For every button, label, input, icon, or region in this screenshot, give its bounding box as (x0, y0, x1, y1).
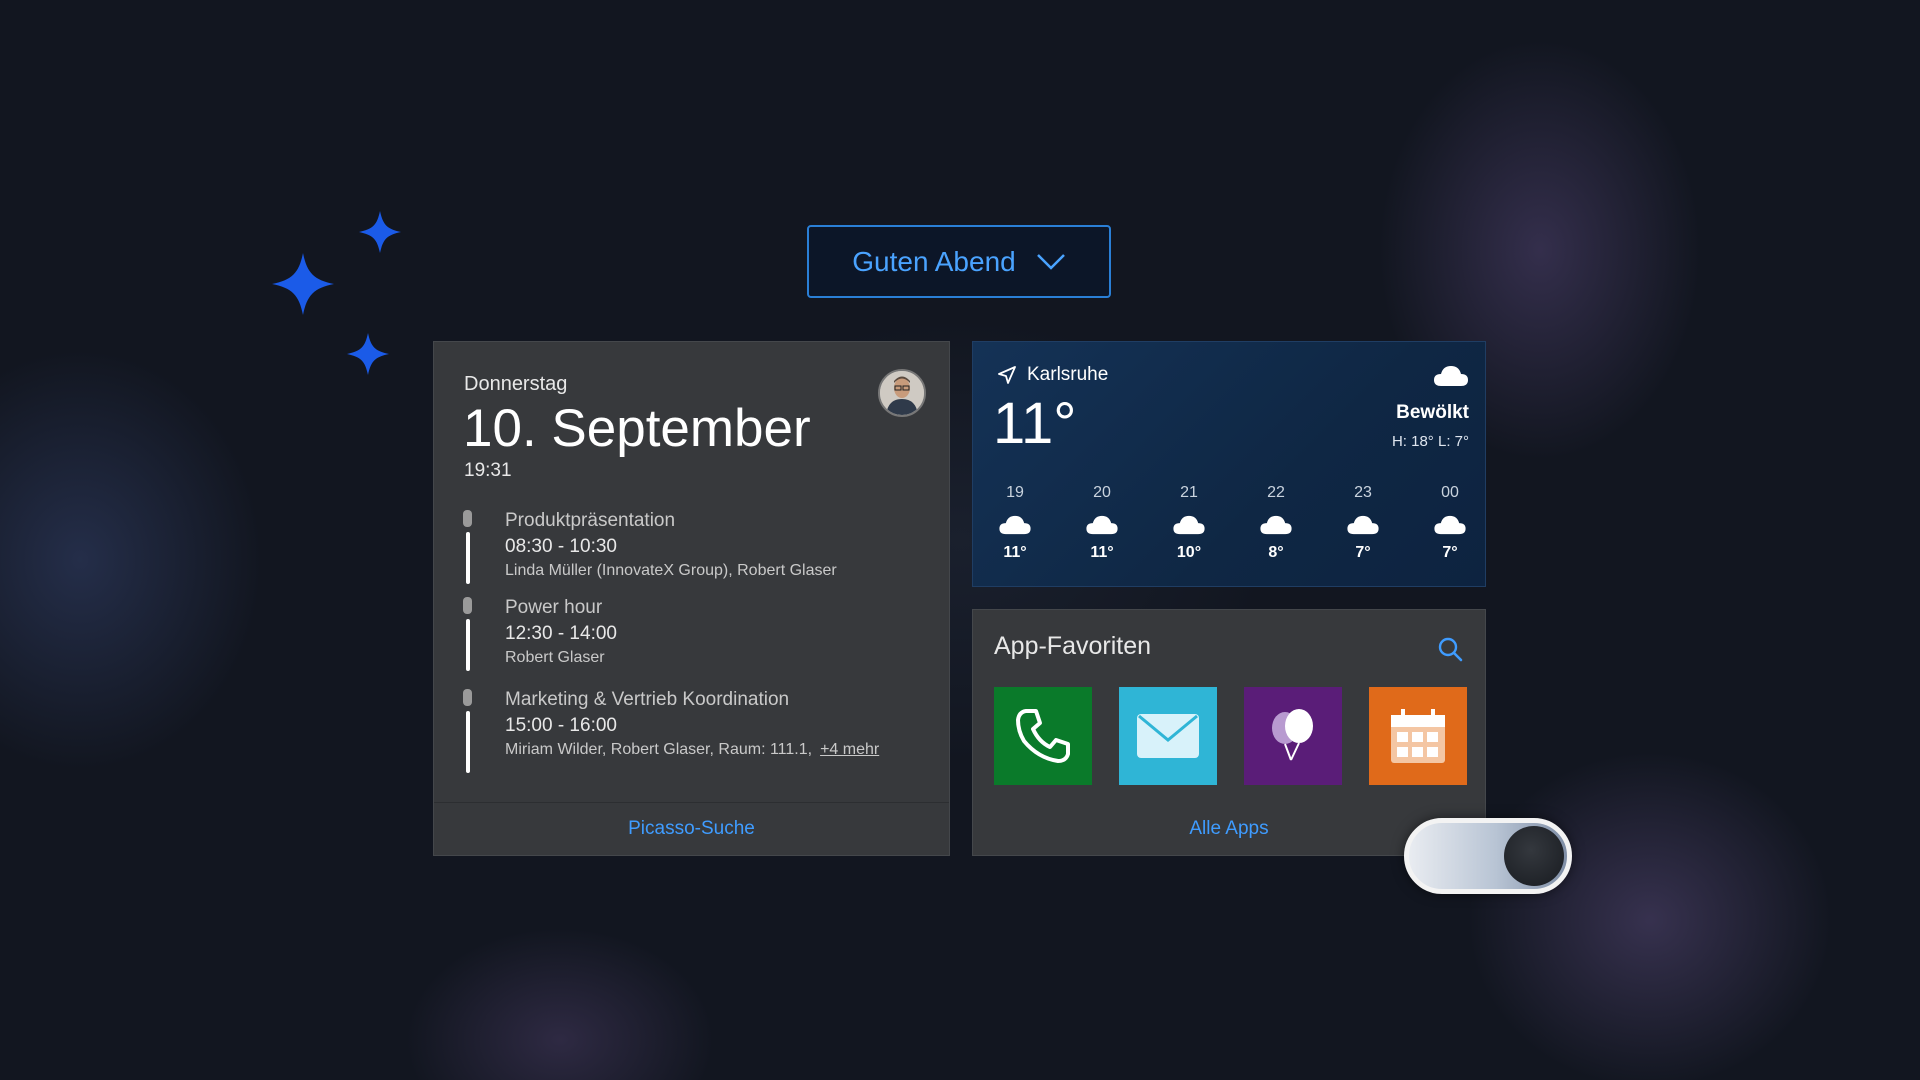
sparkle-icon (347, 333, 389, 375)
picasso-search-link[interactable]: Picasso-Suche (434, 802, 949, 855)
event-time: 12:30 - 14:00 (505, 623, 617, 644)
calendar-grid-icon (1391, 709, 1445, 763)
toggle-switch[interactable] (1404, 818, 1572, 894)
forecast-hour-label: 23 (1354, 484, 1372, 501)
event-duration-bar (466, 532, 470, 584)
event-title: Produktpräsentation (505, 510, 676, 531)
sparkle-icon (272, 253, 334, 315)
greeting-label: Guten Abend (852, 245, 1016, 277)
mail-app[interactable] (1119, 687, 1217, 785)
toggle-knob[interactable] (1504, 826, 1564, 886)
current-temperature: 11° (993, 391, 1077, 456)
high-low-temperature: H: 18° L: 7° (1391, 433, 1469, 450)
phone-icon (1016, 709, 1070, 763)
balloon-app[interactable] (1244, 687, 1342, 785)
forecast-hour: 00 7° (1420, 484, 1480, 562)
forecast-hour-label: 21 (1180, 484, 1198, 501)
envelope-icon (1137, 714, 1199, 758)
forecast-hour-label: 20 (1093, 484, 1111, 501)
forecast-temp: 11° (1003, 544, 1027, 561)
event-duration-bar (466, 711, 470, 773)
cloud-icon (1347, 515, 1379, 535)
forecast-hour: 22 8° (1246, 484, 1306, 562)
greeting-dropdown[interactable]: Guten Abend (807, 225, 1111, 298)
event-title: Marketing & Vertrieb Koordination (505, 689, 790, 710)
weather-location: Karlsruhe (997, 364, 1108, 386)
event-attendees: Linda Müller (InnovateX Group), Robert G… (505, 562, 837, 579)
date-title: 10. September (463, 399, 811, 458)
cloud-icon (999, 515, 1031, 535)
sparkle-icon (359, 211, 401, 253)
event-attendees: Robert Glaser (505, 649, 605, 666)
cloud-icon (1086, 515, 1118, 535)
forecast-hour-label: 19 (1006, 484, 1024, 501)
forecast-temp: 10° (1176, 544, 1202, 561)
calendar-event[interactable]: Produktpräsentation 08:30 - 10:30 Linda … (463, 510, 923, 590)
more-attendees-link[interactable]: +4 mehr (820, 741, 879, 758)
app-favorites-title: App-Favoriten (994, 632, 1152, 660)
calendar-card: Donnerstag 10. September 19:31 Produktpr… (433, 341, 950, 856)
calendar-event[interactable]: Marketing & Vertrieb Koordination 15:00 … (463, 689, 923, 779)
forecast-temp: 8° (1268, 544, 1284, 561)
avatar[interactable] (878, 369, 926, 417)
forecast-hour-label: 22 (1267, 484, 1285, 501)
forecast-temp: 7° (1355, 544, 1371, 561)
current-time: 19:31 (464, 460, 512, 481)
forecast-hour: 21 10° (1159, 484, 1219, 562)
cloud-icon (1173, 515, 1205, 535)
location-name: Karlsruhe (1027, 364, 1109, 385)
event-title: Power hour (505, 597, 603, 618)
calendar-event[interactable]: Power hour 12:30 - 14:00 Robert Glaser (463, 597, 923, 677)
forecast-hour: 20 11° (1072, 484, 1132, 562)
weather-condition: Bewölkt (1396, 402, 1469, 423)
app-favorites-card: App-Favoriten Alle Apps (972, 609, 1486, 856)
event-marker (463, 689, 472, 706)
event-time: 15:00 - 16:00 (505, 715, 617, 736)
chevron-down-icon (1036, 253, 1065, 270)
search-icon[interactable] (1437, 636, 1463, 662)
event-time: 08:30 - 10:30 (505, 536, 617, 557)
event-attendees: Miriam Wilder, Robert Glaser, Raum: 111.… (505, 741, 879, 759)
cloud-icon (1434, 366, 1468, 386)
forecast-temp: 7° (1442, 544, 1458, 561)
phone-app[interactable] (994, 687, 1092, 785)
cloud-icon (1434, 515, 1466, 535)
event-marker (463, 597, 472, 614)
weekday: Donnerstag (464, 373, 568, 395)
location-arrow-icon (998, 366, 1016, 384)
weather-card[interactable]: Karlsruhe 11° Bewölkt H: 18° L: 7° 19 11… (972, 341, 1486, 587)
forecast-temp: 11° (1090, 544, 1114, 561)
event-duration-bar (466, 619, 470, 671)
background (0, 0, 1920, 1080)
calendar-app[interactable] (1369, 687, 1467, 785)
forecast-hour: 19 11° (985, 484, 1045, 562)
forecast-hour-label: 00 (1441, 484, 1459, 501)
forecast-hour: 23 7° (1333, 484, 1393, 562)
cloud-icon (1260, 515, 1292, 535)
person-icon (880, 371, 924, 415)
event-marker (463, 510, 472, 527)
balloon-icon (1272, 709, 1313, 761)
event-attendees-text: Miriam Wilder, Robert Glaser, Raum: 111.… (505, 741, 813, 758)
